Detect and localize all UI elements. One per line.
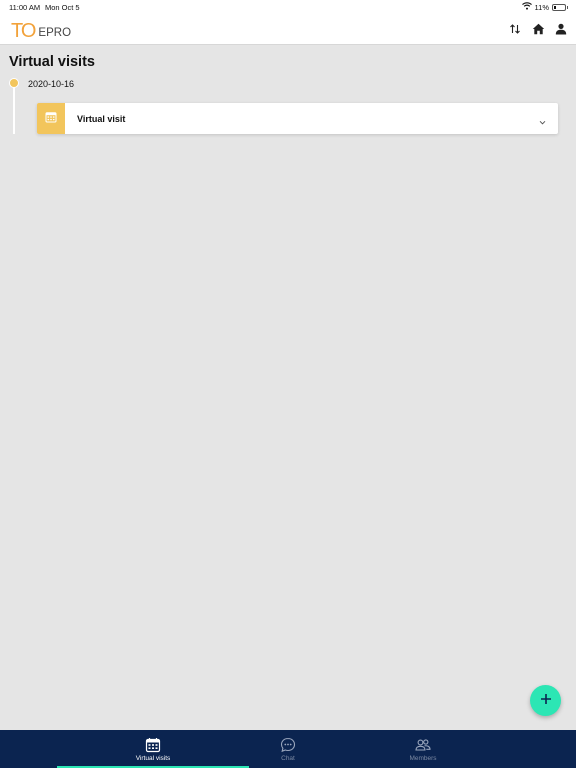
- user-icon[interactable]: [554, 22, 568, 36]
- plus-icon: [540, 692, 552, 710]
- battery-percent: 11%: [534, 2, 549, 12]
- timeline-line: [13, 84, 15, 134]
- members-icon: [415, 737, 431, 753]
- battery-icon: [552, 3, 568, 11]
- nav-item-members[interactable]: Members: [327, 730, 519, 768]
- bottom-nav: Virtual visits Chat Members: [0, 730, 576, 768]
- logo-name: EPRO: [38, 27, 72, 39]
- timeline-date: 2020-10-16: [28, 79, 75, 89]
- status-time: 11:00 AM: [9, 3, 41, 12]
- calendar-icon: [145, 737, 161, 753]
- chevron-down-icon[interactable]: [538, 114, 547, 125]
- chat-bubble-icon: [280, 737, 296, 753]
- calendar-icon: [45, 110, 57, 128]
- timeline-dot: [9, 78, 19, 88]
- app-header: TO EPRO: [0, 14, 576, 45]
- nav-label-members: Members: [409, 755, 437, 762]
- wifi-icon: [521, 2, 532, 12]
- app-logo: TO EPRO: [11, 21, 71, 41]
- logo-mark: TO: [11, 20, 36, 42]
- home-icon[interactable]: [531, 22, 545, 36]
- status-right: 11%: [521, 2, 568, 12]
- visit-badge: [37, 103, 65, 134]
- page-title: Virtual visits: [9, 54, 95, 70]
- virtual-visit-card[interactable]: Virtual visit: [37, 103, 558, 134]
- add-visit-button[interactable]: [530, 685, 561, 716]
- sort-arrows-icon[interactable]: [508, 22, 522, 36]
- visit-label: Virtual visit: [77, 113, 126, 124]
- header-actions: [508, 22, 568, 36]
- status-date: Mon Oct 5: [45, 3, 80, 12]
- status-bar: 11:00 AM Mon Oct 5 11%: [0, 0, 576, 14]
